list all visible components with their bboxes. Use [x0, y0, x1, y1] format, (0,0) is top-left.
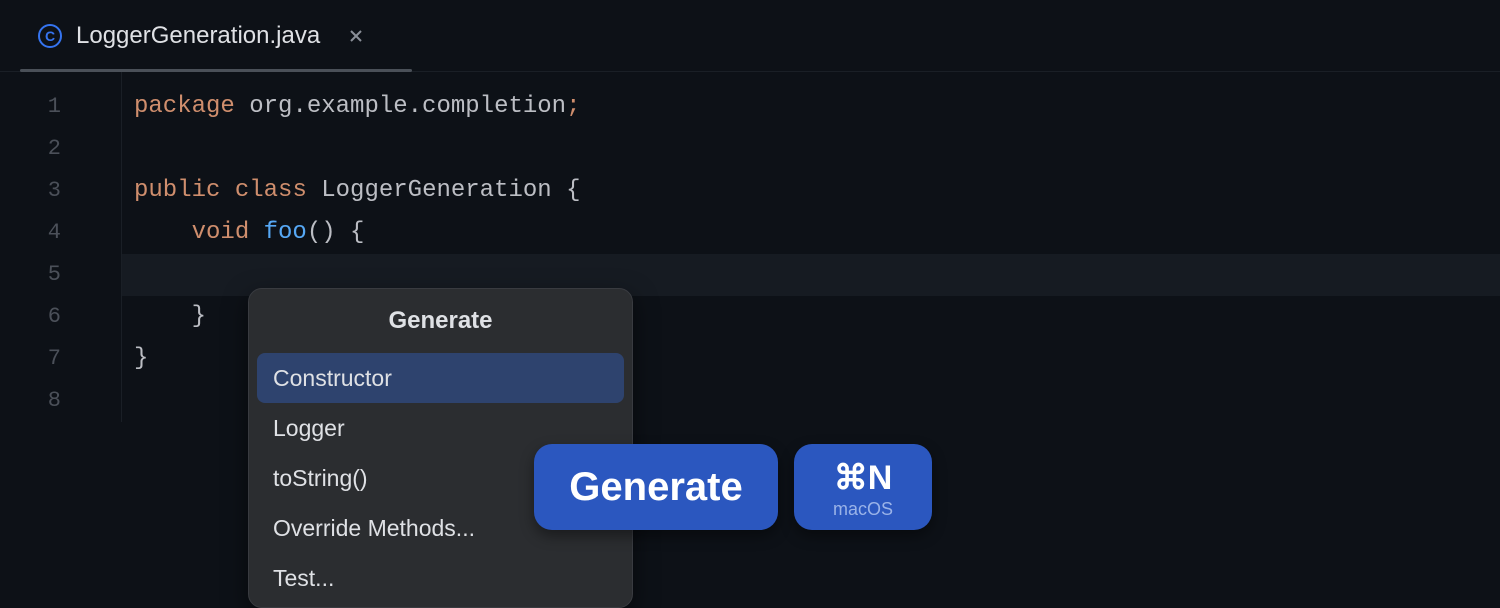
line-number: 6: [0, 296, 121, 338]
shortcut-platform: macOS: [833, 499, 893, 520]
line-number: 7: [0, 338, 121, 380]
code-line: package org.example.completion;: [122, 86, 1500, 128]
line-number: 5: [0, 254, 121, 296]
code-editor[interactable]: 1 2 3 4 5 6 7 8 package org.example.comp…: [0, 72, 1500, 422]
class-file-icon: C: [38, 24, 62, 48]
popup-item-constructor[interactable]: Constructor: [257, 353, 624, 403]
line-number: 2: [0, 128, 121, 170]
tab-file-name: LoggerGeneration.java: [76, 22, 320, 50]
code-line: public class LoggerGeneration {: [122, 170, 1500, 212]
close-tab-icon[interactable]: [348, 28, 364, 44]
line-number-gutter: 1 2 3 4 5 6 7 8: [0, 72, 122, 422]
hint-badge-label: Generate: [569, 465, 742, 510]
popup-item-test[interactable]: Test...: [257, 553, 624, 603]
shortcut-key: ⌘N: [834, 461, 893, 495]
hint-badge-shortcut: ⌘N macOS: [794, 444, 932, 530]
line-number: 8: [0, 380, 121, 422]
line-number: 1: [0, 86, 121, 128]
hint-badge-generate: Generate: [534, 444, 778, 530]
line-number: 4: [0, 212, 121, 254]
popup-title: Generate: [249, 289, 632, 353]
code-line: void foo() {: [122, 212, 1500, 254]
code-line: [122, 128, 1500, 170]
tab-bar: C LoggerGeneration.java: [0, 0, 1500, 72]
file-tab[interactable]: C LoggerGeneration.java: [20, 0, 382, 71]
line-number: 3: [0, 170, 121, 212]
